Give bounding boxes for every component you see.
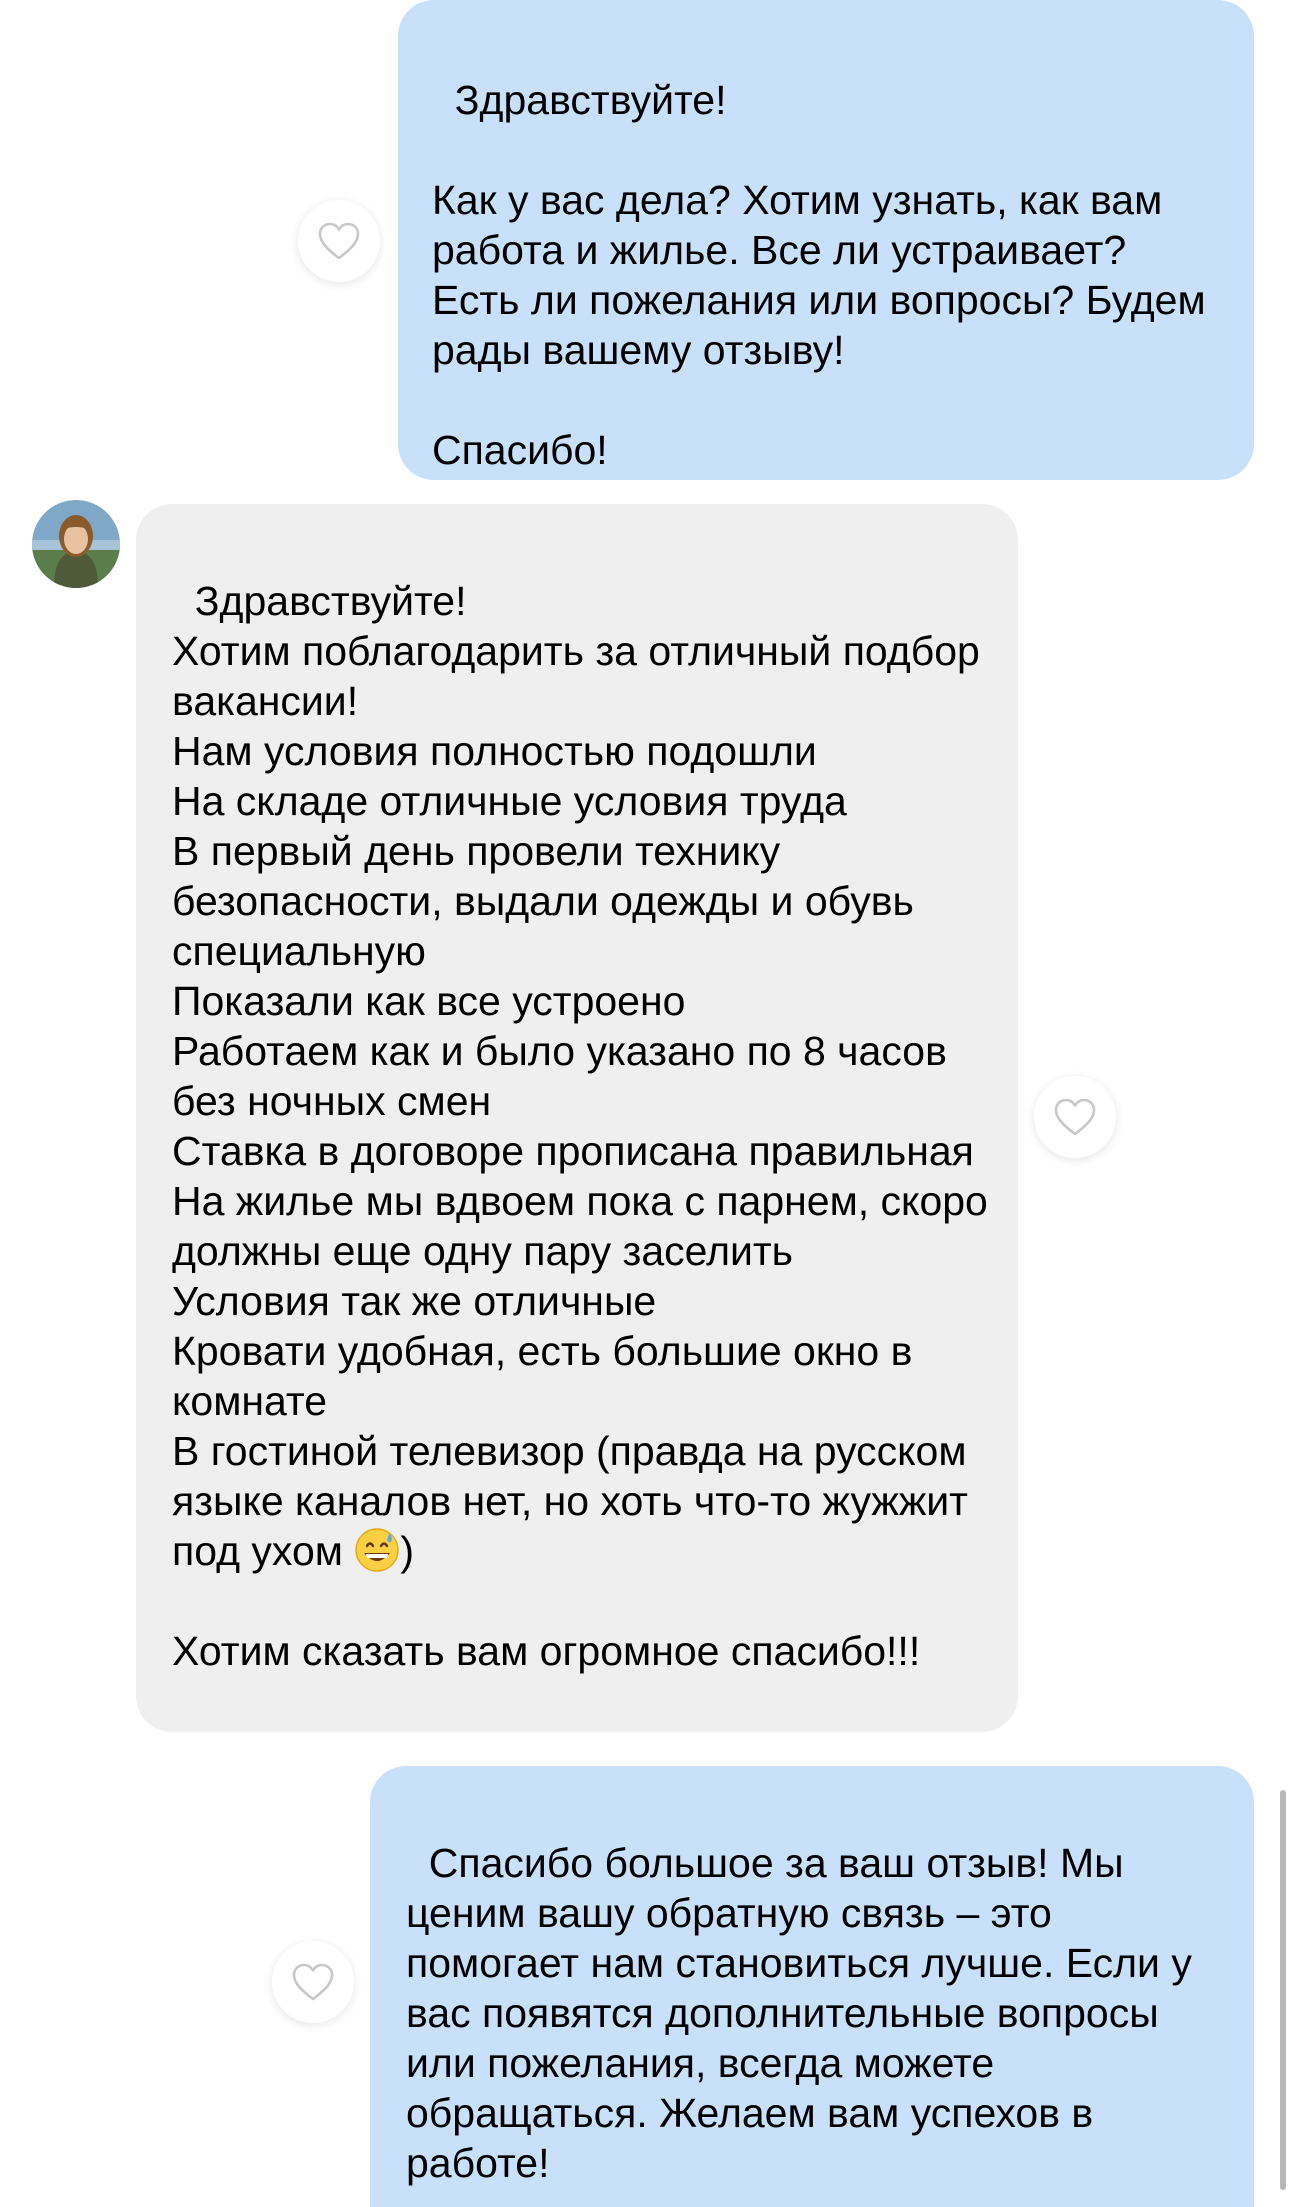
- scrollbar[interactable]: [1280, 1790, 1286, 2190]
- user-avatar[interactable]: [32, 500, 120, 588]
- message-bubble-outgoing: Спасибо большое за ваш отзыв! Мы ценим в…: [370, 1766, 1254, 2207]
- message-bubble-incoming: Здравствуйте! Хотим поблагодарить за отл…: [136, 504, 1018, 1732]
- grinning-face-with-sweat-icon: [354, 1527, 400, 1573]
- like-button[interactable]: [1034, 1076, 1116, 1158]
- message-text: Здравствуйте! Хотим поблагодарить за отл…: [172, 578, 988, 1574]
- message-text: Спасибо большое за ваш отзыв! Мы ценим в…: [406, 1840, 1204, 2186]
- heart-outline-icon: [317, 221, 361, 261]
- like-button[interactable]: [272, 1941, 354, 2023]
- heart-outline-icon: [1053, 1097, 1097, 1137]
- message-bubble-outgoing: Здравствуйте! Как у вас дела? Хотим узна…: [398, 0, 1254, 480]
- message-text: Здравствуйте! Как у вас дела? Хотим узна…: [432, 77, 1206, 473]
- like-button[interactable]: [298, 200, 380, 282]
- heart-outline-icon: [291, 1962, 335, 2002]
